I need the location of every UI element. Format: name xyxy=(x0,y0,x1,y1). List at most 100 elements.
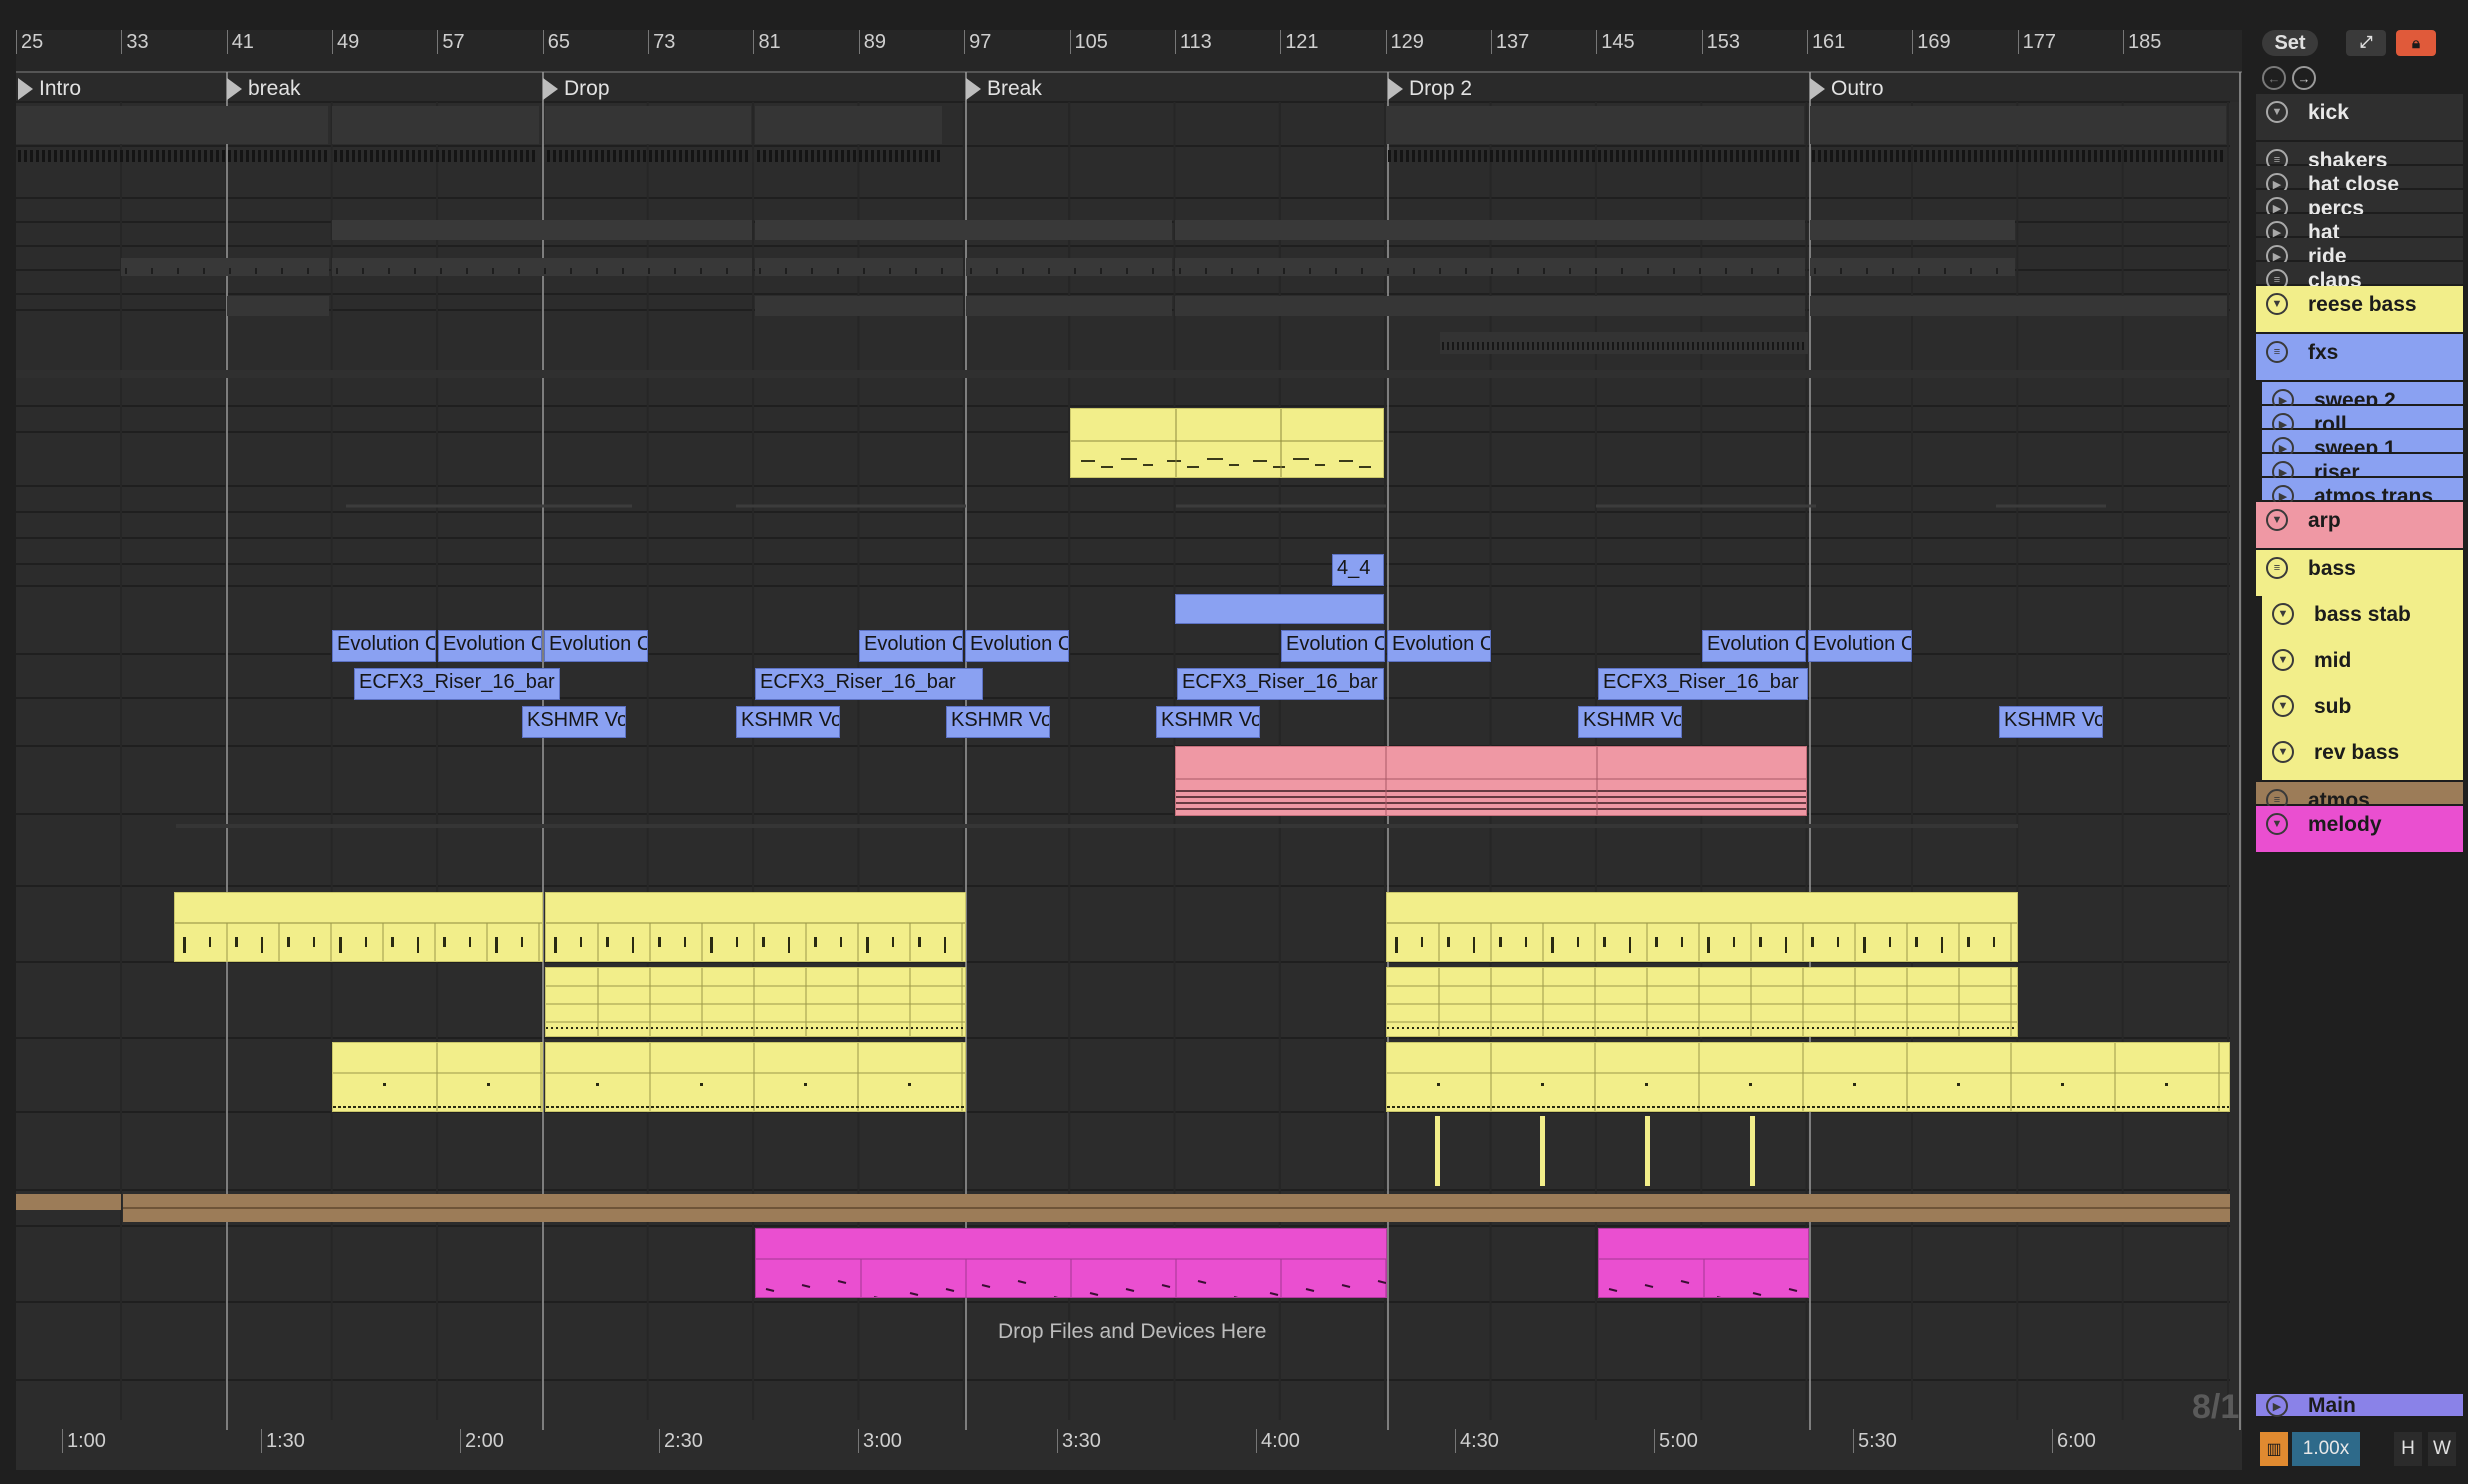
track-header-sub[interactable]: ▼ sub xyxy=(2262,688,2463,736)
bar-number: 73 xyxy=(648,30,675,54)
clip-mid[interactable] xyxy=(1386,967,2018,1037)
bar-number: 161 xyxy=(1806,30,1845,54)
locator-outro[interactable]: Outro xyxy=(1810,76,1884,102)
locator-drop-2[interactable]: Drop 2 xyxy=(1388,76,1472,102)
clip-kshmr[interactable]: KSHMR Vo xyxy=(1999,706,2103,738)
w-button[interactable]: W xyxy=(2428,1432,2456,1466)
locator-drop[interactable]: Drop xyxy=(543,76,610,102)
clip-evolution[interactable]: Evolution C xyxy=(859,630,963,662)
chevron-down-icon[interactable]: ▼ xyxy=(2266,509,2288,531)
clip-4-4[interactable]: 4_4 xyxy=(1332,554,1384,586)
bar-number: 49 xyxy=(332,30,359,54)
clip-bass-stab[interactable] xyxy=(174,892,543,962)
track-header-atmos[interactable]: ≡ atmos xyxy=(2256,782,2463,812)
track-header-atmos-trans[interactable]: ▶ atmos trans xyxy=(2262,478,2463,508)
clip-evolution[interactable]: Evolution C xyxy=(544,630,648,662)
clip-rev-bass[interactable] xyxy=(1645,1116,1650,1186)
clip-melody[interactable] xyxy=(755,1228,1387,1298)
track-header-mid[interactable]: ▼ mid xyxy=(2262,642,2463,690)
track-header-reese-bass[interactable]: ▼ reese bass xyxy=(2256,286,2463,334)
cpu-meter-icon[interactable]: ▥ xyxy=(2260,1432,2288,1466)
clip-arp[interactable] xyxy=(1175,746,1807,816)
clip-roll[interactable] xyxy=(1175,594,1384,624)
clip-evolution[interactable]: Evolution C xyxy=(438,630,542,662)
h-button[interactable]: H xyxy=(2394,1432,2422,1466)
chevron-down-icon[interactable]: ▼ xyxy=(2272,603,2294,625)
time-label: 5:30 xyxy=(1853,1429,1897,1453)
clip-riser[interactable]: ECFX3_Riser_16_bar xyxy=(354,668,560,700)
chevron-down-icon[interactable]: ▼ xyxy=(2266,101,2288,123)
bar-number: 33 xyxy=(121,30,149,54)
clip-kshmr[interactable]: KSHMR Vo xyxy=(1578,706,1682,738)
track-header-main[interactable]: ▶ Main xyxy=(2256,1394,2463,1418)
chevron-down-icon[interactable]: ▼ xyxy=(2272,695,2294,717)
drop-files-hint[interactable]: Drop Files and Devices Here xyxy=(998,1320,1266,1344)
track-header-fxs[interactable]: ≡ fxs xyxy=(2256,334,2463,382)
clip-riser[interactable]: ECFX3_Riser_16_bar xyxy=(1177,668,1384,700)
clip-bass-stab[interactable] xyxy=(545,892,966,962)
clip-bass-stab[interactable] xyxy=(1386,892,2018,962)
zoom-display[interactable]: 1.00x xyxy=(2292,1432,2360,1466)
clip-reese-bass[interactable] xyxy=(1070,408,1384,478)
locator-flag-icon xyxy=(1810,78,1825,100)
clip-kshmr[interactable]: KSHMR Vo xyxy=(946,706,1050,738)
track-header-panel: ▼ kick ≡ shakers ▶ hat close ▶ percs ▶ hat ▶ ride ≡ c… xyxy=(2256,30,2468,1484)
locator-break[interactable]: break xyxy=(227,76,301,102)
track-header-sweep-1[interactable]: ▶ sweep 1 xyxy=(2262,430,2463,460)
clip-riser[interactable]: ECFX3_Riser_16_bar xyxy=(755,668,983,700)
clip-riser[interactable]: ECFX3_Riser_16_bar xyxy=(1598,668,1808,700)
clip-kshmr[interactable]: KSHMR Vo xyxy=(1156,706,1260,738)
menu-icon[interactable]: ≡ xyxy=(2266,557,2288,579)
clip-atmos[interactable] xyxy=(123,1194,2230,1222)
chevron-down-icon[interactable]: ▼ xyxy=(2272,741,2294,763)
clip-rev-bass[interactable] xyxy=(1540,1116,1545,1186)
clip-evolution[interactable]: Evolution C xyxy=(1808,630,1912,662)
time-label: 4:00 xyxy=(1256,1429,1300,1453)
track-header-percs[interactable]: ▶ percs xyxy=(2256,190,2463,220)
track-header-kick[interactable]: ▼ kick xyxy=(2256,94,2463,142)
track-header-sweep-2[interactable]: ▶ sweep 2 xyxy=(2262,382,2463,412)
track-header-shakers[interactable]: ≡ shakers xyxy=(2256,142,2463,172)
clip-evolution[interactable]: Evolution C xyxy=(332,630,436,662)
clip-sub[interactable] xyxy=(332,1042,543,1112)
track-name: arp xyxy=(2308,509,2341,532)
track-name: melody xyxy=(2308,813,2382,836)
locator-flag-icon xyxy=(966,78,981,100)
clip-atmos[interactable] xyxy=(16,1194,121,1210)
track-header-bass-stab[interactable]: ▼ bass stab xyxy=(2262,596,2463,644)
track-header-riser[interactable]: ▶ riser xyxy=(2262,454,2463,484)
clip-evolution[interactable]: Evolution C xyxy=(965,630,1069,662)
locator-break-2[interactable]: Break xyxy=(966,76,1042,102)
chevron-down-icon[interactable]: ▼ xyxy=(2272,649,2294,671)
menu-icon[interactable]: ≡ xyxy=(2266,341,2288,363)
track-name: rev bass xyxy=(2314,741,2400,764)
clip-sub[interactable] xyxy=(1386,1042,2230,1112)
track-header-rev-bass[interactable]: ▼ rev bass xyxy=(2262,734,2463,782)
clip-kshmr[interactable]: KSHMR Vo xyxy=(736,706,840,738)
bar-number: 153 xyxy=(1701,30,1740,54)
clip-kshmr[interactable]: KSHMR Vo xyxy=(522,706,626,738)
track-header-melody[interactable]: ▼ melody xyxy=(2256,806,2463,854)
track-header-hat[interactable]: ▶ hat xyxy=(2256,214,2463,244)
track-header-bass[interactable]: ≡ bass xyxy=(2256,550,2463,598)
play-icon[interactable]: ▶ xyxy=(2266,1395,2288,1417)
clip-sub[interactable] xyxy=(545,1042,966,1112)
bar-number: 97 xyxy=(964,30,991,54)
track-header-hat-close[interactable]: ▶ hat close xyxy=(2256,166,2463,196)
track-header-roll[interactable]: ▶ roll xyxy=(2262,406,2463,436)
clip-evolution[interactable]: Evolution C xyxy=(1702,630,1806,662)
chevron-down-icon[interactable]: ▼ xyxy=(2266,813,2288,835)
locator-intro[interactable]: Intro xyxy=(18,76,81,102)
clip-rev-bass[interactable] xyxy=(1750,1116,1755,1186)
chevron-down-icon[interactable]: ▼ xyxy=(2266,293,2288,315)
track-header-arp[interactable]: ▼ arp xyxy=(2256,502,2463,550)
clip-mid[interactable] xyxy=(545,967,966,1037)
clip-melody[interactable] xyxy=(1598,1228,1809,1298)
arrangement-view[interactable]: 25 33 41 49 57 65 73 81 89 97 105 113 121 129 137 145 15… xyxy=(16,30,2242,1470)
locator-flag-icon xyxy=(227,78,242,100)
clip-evolution[interactable]: Evolution C xyxy=(1281,630,1385,662)
track-header-ride[interactable]: ▶ ride xyxy=(2256,238,2463,268)
track-header-claps[interactable]: ≡ claps xyxy=(2256,262,2463,292)
clip-rev-bass[interactable] xyxy=(1435,1116,1440,1186)
clip-evolution[interactable]: Evolution C xyxy=(1387,630,1491,662)
